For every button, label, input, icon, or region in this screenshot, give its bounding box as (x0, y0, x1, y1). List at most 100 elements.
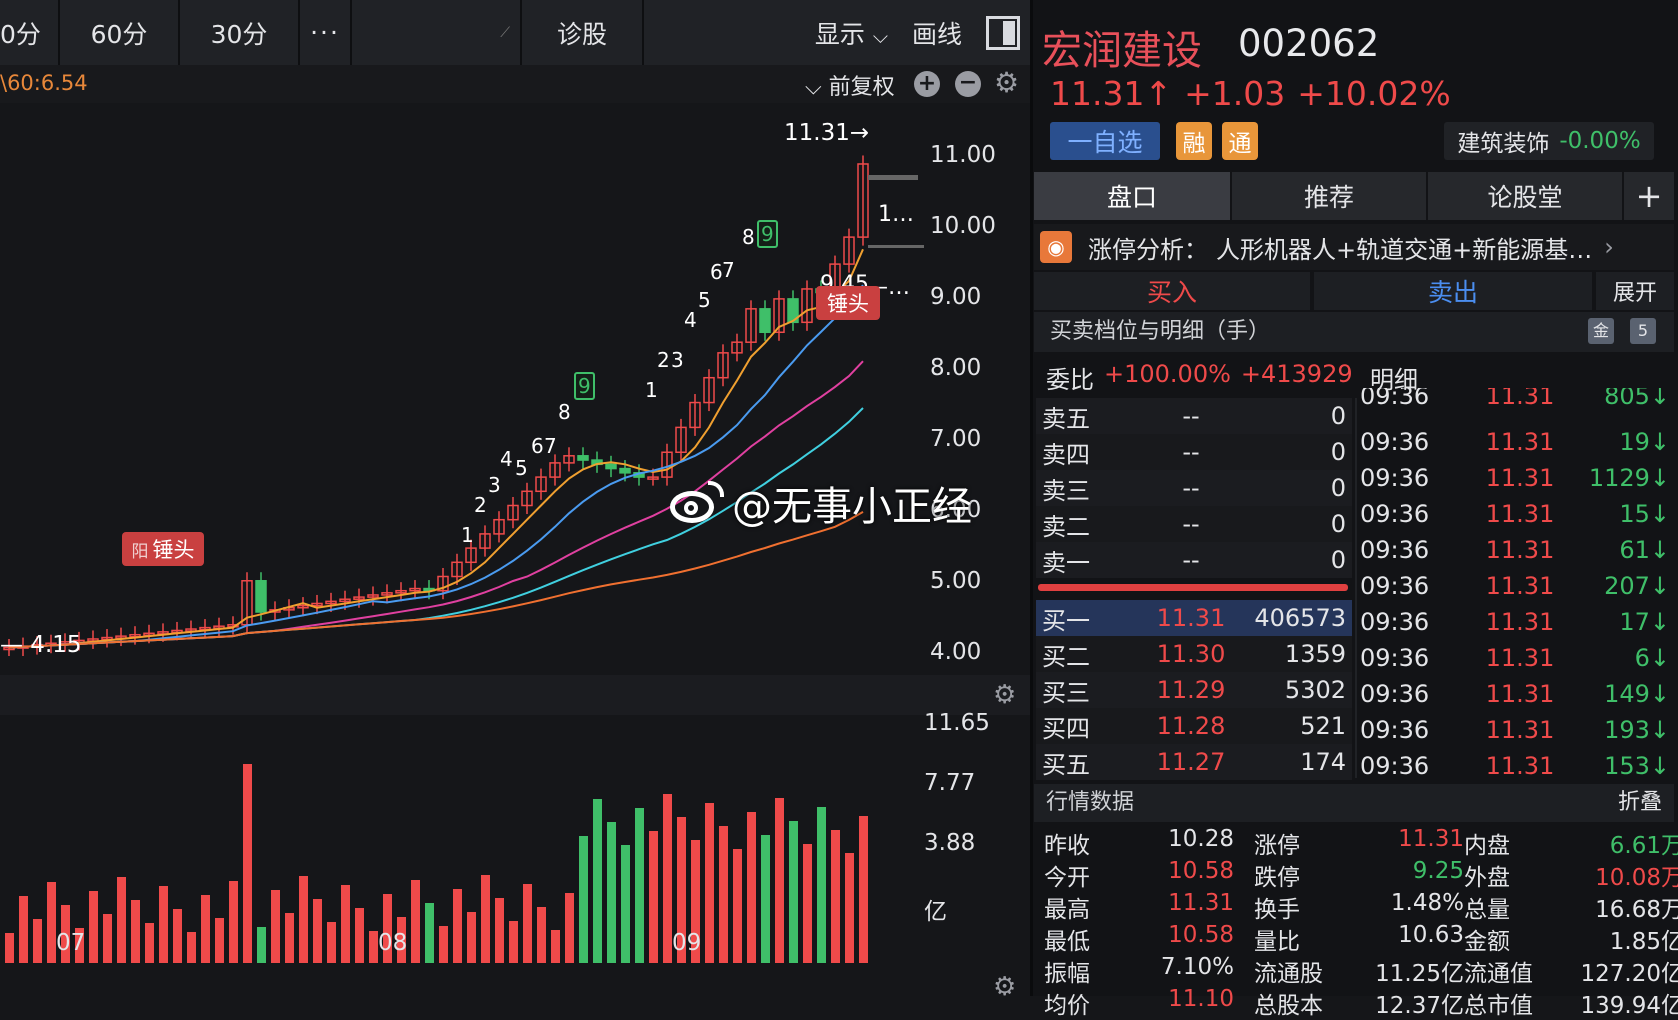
quote-key: 内盘 (1464, 833, 1510, 859)
limit-up-analysis[interactable]: ◉ 涨停分析： 人形机器人+轨道交通+新能源基… › (1034, 224, 1674, 270)
volume-bar (103, 914, 112, 963)
trade-row: 09:36 11.31 149↓ (1360, 676, 1670, 712)
trade-volume: 149↓ (1604, 680, 1670, 708)
add-watchlist-button[interactable]: 一自选 (1050, 122, 1160, 160)
trade-row: 09:36 11.31 153↓ (1360, 748, 1670, 784)
quote-value: 139.94亿 (1580, 993, 1678, 1019)
tab-recommend[interactable]: 推荐 (1232, 172, 1426, 220)
sell-level-row[interactable]: 卖四 -- 0 (1036, 434, 1352, 470)
trade-price: 11.31 (1485, 500, 1555, 528)
hammer-tag-2[interactable]: 锤头 (816, 286, 880, 320)
volume-bar (733, 849, 742, 963)
sell-button[interactable]: 卖出 (1314, 272, 1592, 310)
tab-0min[interactable]: 0分 (0, 0, 60, 65)
level-price: 11.28 (1156, 712, 1226, 740)
buy-level-row[interactable]: 买四 11.28 521 (1036, 708, 1352, 744)
volume-bar (537, 907, 546, 963)
trade-time: 09:36 (1360, 428, 1430, 456)
level-volume: 5302 (1284, 676, 1346, 704)
volume-bar (201, 895, 210, 963)
sell-level-row[interactable]: 卖五 -- 0 (1036, 398, 1352, 434)
volume-bar (187, 932, 196, 963)
td-count: 3 (488, 473, 501, 497)
volume-bar (285, 913, 294, 963)
buy-level-row[interactable]: 买三 11.29 5302 (1036, 672, 1352, 708)
bottom-settings-icon[interactable]: ⚙ (993, 972, 1016, 1002)
td-count: 9 (574, 372, 595, 400)
sector-chip[interactable]: 建筑装饰 -0.00% (1444, 122, 1654, 160)
quote-key: 流通值 (1464, 961, 1533, 987)
volume-settings-icon[interactable]: ⚙ (993, 680, 1016, 710)
level-price: -- (1182, 510, 1200, 538)
quote-value: 11.31 (1168, 890, 1234, 916)
settings-gear-icon[interactable]: ⚙ (994, 66, 1019, 99)
volume-bar (5, 933, 14, 963)
buy-level-row[interactable]: 买二 11.30 1359 (1036, 636, 1352, 672)
sell-level-row[interactable]: 卖一 -- 0 (1036, 542, 1352, 578)
buy-level-row[interactable]: 买五 11.27 174 (1036, 744, 1352, 780)
chevron-right-icon: › (1604, 233, 1614, 261)
candle-body (759, 308, 771, 334)
quote-key: 最高 (1044, 897, 1090, 923)
quote-value: 12.37亿 (1375, 993, 1464, 1019)
display-button[interactable]: 显示 ⌵ (815, 15, 888, 51)
trade-volume: 19↓ (1619, 428, 1670, 456)
expand-button[interactable]: 展开 (1596, 272, 1674, 310)
volume-bar (467, 912, 476, 963)
volume-bar (453, 889, 462, 963)
sell-level-row[interactable]: 卖三 -- 0 (1036, 470, 1352, 506)
quote-key: 今开 (1044, 865, 1090, 891)
level-volume: 1359 (1284, 640, 1346, 668)
hammer-tag[interactable]: 阳锤头 (122, 532, 204, 566)
volume-bar (439, 926, 448, 963)
tab-orderbook[interactable]: 盘口 (1034, 172, 1230, 220)
price-marker (868, 175, 918, 180)
add-tab-button[interactable]: + (1624, 172, 1674, 220)
trade-price: 11.31 (1485, 464, 1555, 492)
trade-volume: 153↓ (1604, 752, 1670, 780)
diagnose-label: 诊股 (556, 19, 607, 49)
stock-code: 002062 (1238, 22, 1380, 65)
diagnose-button[interactable]: 诊股 (522, 0, 644, 65)
td-count: 1 (461, 523, 474, 547)
sell-level-row[interactable]: 卖二 -- 0 (1036, 506, 1352, 542)
tab-forum[interactable]: 论股堂 (1428, 172, 1622, 220)
candle-body (619, 467, 631, 474)
adjust-select[interactable]: ⌵ 前复权 (805, 69, 895, 101)
trade-time: 09:36 (1360, 608, 1430, 636)
toolbar-right: 显示 ⌵ 画线 (644, 0, 1032, 65)
volume-bar (831, 830, 840, 963)
quote-value: 16.68万 (1595, 897, 1678, 923)
volume-bar (299, 876, 308, 963)
fold-button[interactable]: 折叠 (1618, 784, 1662, 822)
level-name: 买三 (1042, 678, 1090, 707)
quote-key: 总股本 (1254, 993, 1323, 1019)
levels-icon[interactable]: 5 (1630, 318, 1656, 344)
trade-time: 09:36 (1360, 500, 1430, 528)
gold-icon[interactable]: 金 (1588, 318, 1614, 344)
price-tick: 8.00 (930, 355, 982, 381)
volume-tick: 亿 (924, 899, 947, 925)
margin-badge[interactable]: 融 (1176, 122, 1212, 160)
td-count: 4 (684, 308, 697, 332)
tab-30min[interactable]: 30分 (180, 0, 300, 65)
zoom-out-icon[interactable]: − (955, 71, 981, 97)
volume-bar (257, 927, 266, 963)
more-button[interactable]: ··· (300, 0, 352, 65)
quote-value: 11.31 (1398, 826, 1464, 852)
level-name: 卖一 (1042, 548, 1090, 577)
trade-row: 09:36 11.31 6↓ (1360, 640, 1670, 676)
buy-level-row[interactable]: 买一 11.31 406573 (1036, 600, 1352, 636)
panel-toggle-icon[interactable] (986, 15, 1020, 50)
price-tick: 5.00 (930, 568, 982, 594)
level-price: 11.31 (1156, 604, 1226, 632)
tab-60min[interactable]: 60分 (60, 0, 180, 65)
zoom-in-icon[interactable]: + (914, 71, 940, 97)
connect-badge[interactable]: 通 (1222, 122, 1258, 160)
trade-volume: 61↓ (1619, 536, 1670, 564)
buy-button[interactable]: 买入 (1034, 272, 1310, 310)
draw-line-button[interactable]: 画线 (912, 15, 962, 51)
level-name: 买五 (1042, 750, 1090, 779)
period-select[interactable]: ⟋ (352, 0, 522, 65)
stock-name: 宏润建设 (1042, 28, 1202, 74)
